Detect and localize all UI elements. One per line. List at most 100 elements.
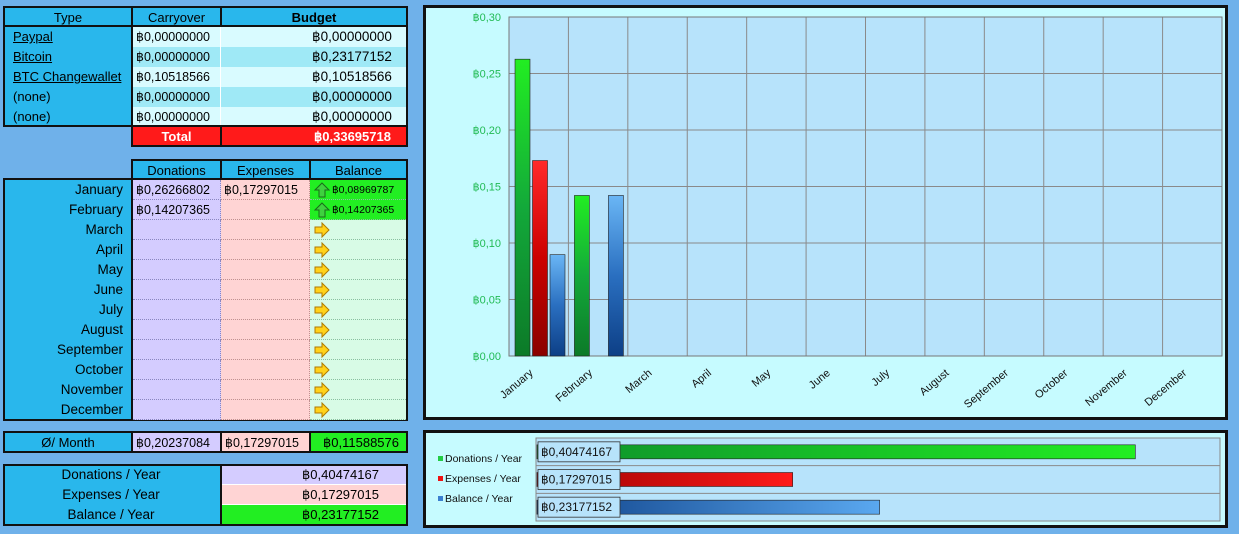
arrow-right-icon <box>314 242 330 258</box>
total-label: Total <box>131 125 222 147</box>
donations-cell: ฿0,14207365 <box>133 200 221 220</box>
expenses-cell <box>221 380 310 400</box>
year-bar-label: ฿0,17297015 <box>541 473 612 487</box>
balance-cell <box>310 380 406 400</box>
yearly-label-1: Expenses / Year <box>62 487 160 502</box>
x-tick-label: June <box>807 367 833 392</box>
balance-cell: ฿0,14207365 <box>310 200 406 220</box>
monthly-bar-chart: ฿0,00 ฿0,05 ฿0,10 ฿0,15 ฿0,20 ฿0,25 ฿0,30 Janua… <box>473 12 1223 411</box>
account-type-0[interactable]: Paypal <box>13 27 131 47</box>
header-expenses: Expenses <box>220 159 311 180</box>
average-expenses: ฿0,17297015 <box>220 431 311 453</box>
monthly-chart-panel: ฿0,00 ฿0,05 ฿0,10 ฿0,15 ฿0,20 ฿0,25 ฿0,30 Janua… <box>423 5 1228 420</box>
x-tick-label: April <box>689 367 714 390</box>
arrow-up-icon <box>314 182 330 198</box>
arrow-right-icon <box>314 382 330 398</box>
x-tick-label: October <box>1033 367 1071 402</box>
month-label-june: June <box>93 282 123 297</box>
legend-balance-swatch <box>438 496 443 501</box>
y-tick-label: ฿0,30 <box>473 12 501 24</box>
year-bar-label: ฿0,40474167 <box>541 445 612 459</box>
month-label-november: November <box>60 382 123 397</box>
legend-donations: Donations / Year <box>445 453 523 465</box>
donations-cell <box>133 280 221 300</box>
x-tick-label: March <box>623 367 654 396</box>
month-label-january: January <box>74 182 123 197</box>
arrow-right-icon <box>314 262 330 278</box>
average-balance: ฿0,11588576 <box>309 431 408 453</box>
month-label-july: July <box>98 302 123 317</box>
donations-cell: ฿0,26266802 <box>133 180 221 200</box>
month-label-september: September <box>56 342 123 357</box>
account-type-4: (none) <box>13 109 51 124</box>
donations-cell <box>133 360 221 380</box>
expenses-cell <box>221 280 310 300</box>
month-label-december: December <box>60 402 123 417</box>
balance-cell <box>310 360 406 380</box>
month-label-october: October <box>74 362 123 377</box>
balance-value: ฿0,14207365 <box>332 204 395 216</box>
arrow-right-icon <box>314 222 330 238</box>
yearly-values-frame <box>220 464 408 526</box>
x-tick-label: November <box>1083 367 1130 409</box>
header-budget: Budget <box>220 6 408 27</box>
month-label-may: May <box>97 262 123 277</box>
expenses-cell <box>221 260 310 280</box>
average-row: Ø/ Month ฿0,20237084 ฿0,17297015 ฿0,1158… <box>3 431 408 453</box>
donations-cell <box>133 300 221 320</box>
header-type: Type <box>3 6 133 27</box>
y-tick-label: ฿0,25 <box>473 69 501 81</box>
legend-expenses: Expenses / Year <box>445 473 521 485</box>
expenses-cell <box>221 360 310 380</box>
average-label: Ø/ Month <box>3 431 133 453</box>
balance-cell <box>310 260 406 280</box>
expenses-cell: ฿0,17297015 <box>221 180 310 200</box>
arrow-right-icon <box>314 402 330 418</box>
donations-bar <box>514 58 531 357</box>
donations-cell <box>133 220 221 240</box>
month-label-march: March <box>85 222 123 237</box>
account-type-1[interactable]: Bitcoin <box>13 47 131 67</box>
expenses-cell <box>221 400 310 420</box>
y-tick-label: ฿0,05 <box>473 295 501 307</box>
expenses-cell <box>221 220 310 240</box>
y-tick-label: ฿0,15 <box>473 182 501 194</box>
y-tick-label: ฿0,10 <box>473 238 501 250</box>
yearly-label-0: Donations / Year <box>61 467 161 482</box>
header-carryover: Carryover <box>131 6 222 27</box>
legend-expenses-swatch <box>438 476 443 481</box>
balance-cell <box>310 400 406 420</box>
account-type-2[interactable]: BTC Changewallet <box>13 67 131 87</box>
balance-cell <box>310 320 406 340</box>
balance-value: ฿0,08969787 <box>332 184 395 196</box>
donations-cell <box>133 240 221 260</box>
x-tick-label: September <box>962 367 1011 411</box>
balance-cell <box>310 300 406 320</box>
donations-cell <box>133 260 221 280</box>
donations-bar <box>574 195 590 357</box>
expenses-cell <box>221 200 310 220</box>
year-bar <box>536 444 1136 460</box>
legend-balance: Balance / Year <box>445 493 513 505</box>
expenses-cell <box>221 300 310 320</box>
x-tick-label: January <box>498 367 536 402</box>
arrow-up-icon <box>314 202 330 218</box>
expenses-bar <box>532 160 548 357</box>
month-label-february: February <box>68 202 123 217</box>
balance-bar <box>608 195 624 357</box>
yearly-bar-chart: ฿0,40474167 Donations / Year ฿0,17297015 Ex… <box>438 437 1221 522</box>
expenses-cell <box>221 320 310 340</box>
balance-cell <box>310 240 406 260</box>
arrow-right-icon <box>314 282 330 298</box>
header-donations: Donations <box>131 159 222 180</box>
balance-bar <box>549 254 566 357</box>
yearly-label-2: Balance / Year <box>67 507 155 522</box>
month-label-april: April <box>95 242 123 257</box>
balance-cell <box>310 340 406 360</box>
x-tick-label: May <box>750 367 774 390</box>
average-donations: ฿0,20237084 <box>131 431 222 453</box>
arrow-right-icon <box>314 362 330 378</box>
accounts-table: Type Carryover Budget Total ฿0,33695718 … <box>3 6 408 148</box>
year-bar-label: ฿0,23177152 <box>541 500 612 514</box>
x-tick-label: July <box>869 367 892 389</box>
